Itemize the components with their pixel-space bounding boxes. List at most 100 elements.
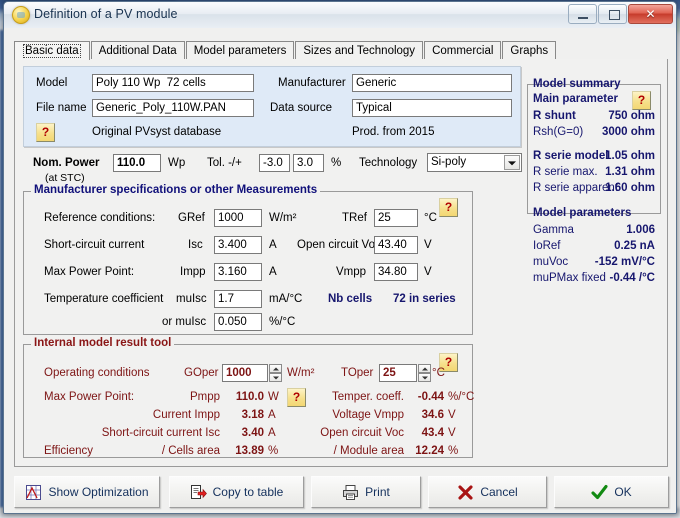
tolerance-plus-input[interactable] — [293, 154, 324, 172]
internal-vmpp-label: Voltage Vmpp — [332, 409, 404, 421]
title-bar[interactable]: Definition of a PV module ✕ — [4, 2, 676, 29]
vmpp-unit: V — [424, 266, 432, 278]
gamma-value: 1.006 — [626, 224, 655, 236]
manufacturer-specs-help-button[interactable]: ? — [439, 198, 458, 217]
close-button[interactable]: ✕ — [628, 4, 673, 24]
gref-input[interactable] — [214, 209, 262, 227]
rsh-g0-value: 3000 ohm — [601, 126, 655, 138]
vmpp-label: Vmpp — [336, 266, 367, 278]
nb-cells-value: 72 in series — [393, 293, 456, 305]
module-area-unit: % — [448, 445, 459, 457]
internal-isc-label: Short-circuit current Isc — [101, 427, 220, 439]
cells-area-label: / Cells area — [161, 445, 220, 457]
model-label: Model — [36, 77, 68, 89]
print-button[interactable]: Print — [311, 476, 421, 508]
gamma-label: Gamma — [533, 224, 574, 236]
maximize-button[interactable] — [598, 4, 627, 24]
internal-isc-unit: A — [268, 427, 276, 439]
identification-help-button[interactable]: ? — [36, 123, 55, 142]
tab-additional-data[interactable]: Additional Data — [90, 41, 185, 60]
ok-button[interactable]: OK — [554, 476, 669, 508]
tab-model-parameters[interactable]: Model parameters — [185, 41, 295, 60]
tab-sizes-and-technology[interactable]: Sizes and Technology — [295, 41, 424, 60]
ioref-label: IoRef — [533, 240, 561, 252]
chevron-down-icon[interactable] — [504, 155, 520, 170]
isc-input[interactable] — [214, 236, 262, 254]
close-icon: ✕ — [645, 7, 656, 21]
voc-label: Open circuit Voc — [297, 239, 381, 251]
r-shunt-label: R shunt — [533, 110, 576, 122]
tref-input[interactable] — [374, 209, 418, 227]
tab-label: Graphs — [510, 45, 549, 57]
r-shunt-value: 750 ohm — [608, 110, 655, 122]
technology-value: Si-poly — [431, 156, 467, 168]
or-muisc-symbol: or muIsc — [162, 316, 207, 328]
internal-model-result-group: Internal model result tool ? Operating c… — [23, 337, 475, 458]
internal-isc-value: 3.40 — [241, 427, 264, 439]
nominal-power-input[interactable] — [113, 154, 161, 172]
ioref-value: 0.25 nA — [614, 240, 655, 252]
nb-cells-label: Nb cells — [328, 293, 373, 305]
pmpp-help-button[interactable]: ? — [287, 388, 306, 407]
internal-impp-label: Current Impp — [152, 409, 220, 421]
manufacturer-label: Manufacturer — [278, 77, 346, 89]
internal-voc-label: Open circuit Voc — [320, 427, 404, 439]
impp-unit: A — [269, 266, 277, 278]
muvoc-value: -152 mV/°C — [594, 256, 655, 268]
tab-graphs[interactable]: Graphs — [502, 41, 557, 60]
r-serie-apparent-value: 1.60 ohm — [605, 182, 655, 194]
impp-input[interactable] — [214, 263, 262, 281]
tab-basic-data[interactable]: Basic data — [14, 41, 90, 60]
internal-tempco-unit: %/°C — [448, 391, 475, 403]
internal-vmpp-value: 34.6 — [421, 409, 444, 421]
show-optimization-label: Show Optimization — [48, 485, 149, 499]
data-source-input[interactable] — [352, 99, 512, 117]
technology-select[interactable]: Si-poly — [427, 153, 522, 172]
check-icon — [591, 484, 608, 501]
minimize-button[interactable] — [568, 4, 597, 24]
efficiency-label: Efficiency — [44, 445, 94, 457]
internal-mpp-label: Max Power Point: — [44, 391, 135, 403]
ok-label: OK — [614, 485, 632, 499]
isc-symbol: Isc — [188, 239, 203, 251]
model-summary-help-button[interactable]: ? — [632, 91, 651, 110]
manufacturer-specifications-group: Manufacturer specifications or other Mea… — [23, 184, 473, 335]
tab-commercial[interactable]: Commercial — [424, 41, 502, 60]
manufacturer-input[interactable] — [352, 74, 512, 92]
nominal-power-row: Nom. Power (at STC) Wp Tol. -/+ % Techno… — [23, 153, 522, 187]
model-input[interactable] — [92, 74, 254, 92]
rsh-g0-label: Rsh(G=0) — [533, 126, 584, 138]
internal-voc-value: 43.4 — [421, 427, 444, 439]
vmpp-input[interactable] — [374, 263, 418, 281]
muisc-input[interactable] — [214, 290, 262, 308]
tolerance-label: Tol. -/+ — [207, 157, 242, 169]
toper-input[interactable] — [379, 364, 417, 382]
manufacturer-specifications-legend: Manufacturer specifications or other Mea… — [31, 184, 321, 196]
internal-model-legend: Internal model result tool — [31, 337, 175, 349]
voc-input[interactable] — [374, 236, 418, 254]
tolerance-minus-input[interactable] — [259, 154, 290, 172]
internal-tempco-label: Temper. coeff. — [331, 391, 404, 403]
nominal-power-sublabel: (at STC) — [45, 172, 85, 184]
production-note: Prod. from 2015 — [352, 126, 435, 138]
show-optimization-button[interactable]: Show Optimization — [14, 476, 160, 508]
dialog-button-bar: Show Optimization Copy to table Print Ca… — [4, 471, 676, 513]
goper-label: GOper — [184, 367, 219, 379]
pv-module-dialog: Definition of a PV module ✕ Basic data A… — [3, 1, 677, 514]
pmpp-unit: W — [268, 391, 279, 403]
or-muisc-input[interactable] — [214, 313, 262, 331]
file-name-input[interactable] — [92, 99, 254, 117]
cancel-label: Cancel — [480, 485, 518, 499]
copy-to-table-label: Copy to table — [212, 485, 284, 499]
goper-spinner[interactable] — [269, 364, 282, 382]
short-circuit-current-label: Short-circuit current — [44, 239, 145, 251]
gref-unit: W/m² — [269, 212, 297, 224]
cancel-button[interactable]: Cancel — [428, 476, 547, 508]
cross-icon — [457, 484, 474, 501]
internal-impp-value: 3.18 — [241, 409, 264, 421]
goper-input[interactable] — [222, 364, 268, 382]
pmpp-value: 110.0 — [235, 391, 264, 403]
toper-spinner[interactable] — [418, 364, 431, 382]
copy-to-table-button[interactable]: Copy to table — [169, 476, 304, 508]
tab-label: Model parameters — [193, 45, 287, 57]
